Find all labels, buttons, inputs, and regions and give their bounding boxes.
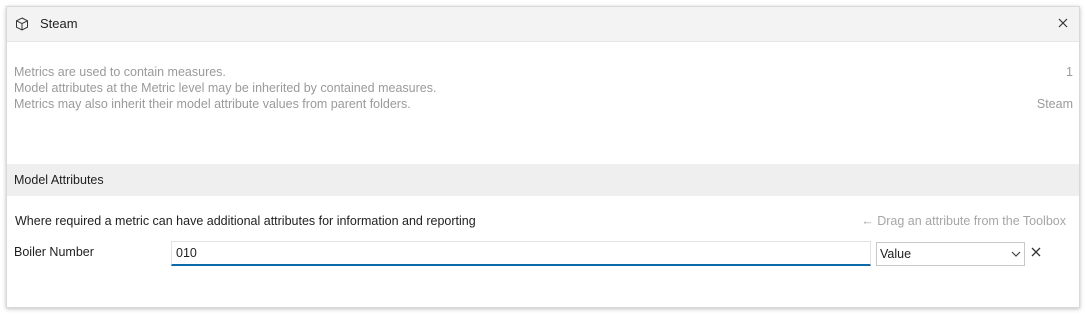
model-attributes-header: Model Attributes <box>7 164 1079 196</box>
attribute-label: Boiler Number <box>14 245 94 259</box>
info-text: Metrics are used to contain measures. <box>14 65 226 79</box>
window-title: Steam <box>40 16 78 31</box>
attributes-description: Where required a metric can have additio… <box>15 214 476 228</box>
remove-attribute-icon[interactable] <box>1030 246 1042 258</box>
cube-icon <box>16 17 28 31</box>
info-line: Metrics may also inherit their model att… <box>14 96 1073 112</box>
info-block: Metrics are used to contain measures. 1 … <box>14 64 1073 112</box>
title-bar: Steam <box>7 7 1079 42</box>
attribute-type-select[interactable]: Value <box>876 242 1025 266</box>
toolbox-drag-hint: ← Drag an attribute from the Toolbox <box>861 214 1066 228</box>
section-title: Model Attributes <box>14 173 104 187</box>
metric-dialog: Steam Metrics are used to contain measur… <box>6 6 1080 308</box>
info-line: Metrics are used to contain measures. 1 <box>14 64 1073 80</box>
select-value: Value <box>880 247 912 261</box>
metric-count: 1 <box>1066 65 1073 79</box>
info-line: Model attributes at the Metric level may… <box>14 80 1073 96</box>
close-icon[interactable] <box>1054 14 1072 32</box>
chevron-down-icon <box>1011 251 1021 257</box>
info-text: Metrics may also inherit their model att… <box>14 97 411 111</box>
attribute-value-input[interactable] <box>171 241 871 266</box>
info-text: Model attributes at the Metric level may… <box>14 81 437 95</box>
parent-folder-name: Steam <box>1036 97 1073 111</box>
